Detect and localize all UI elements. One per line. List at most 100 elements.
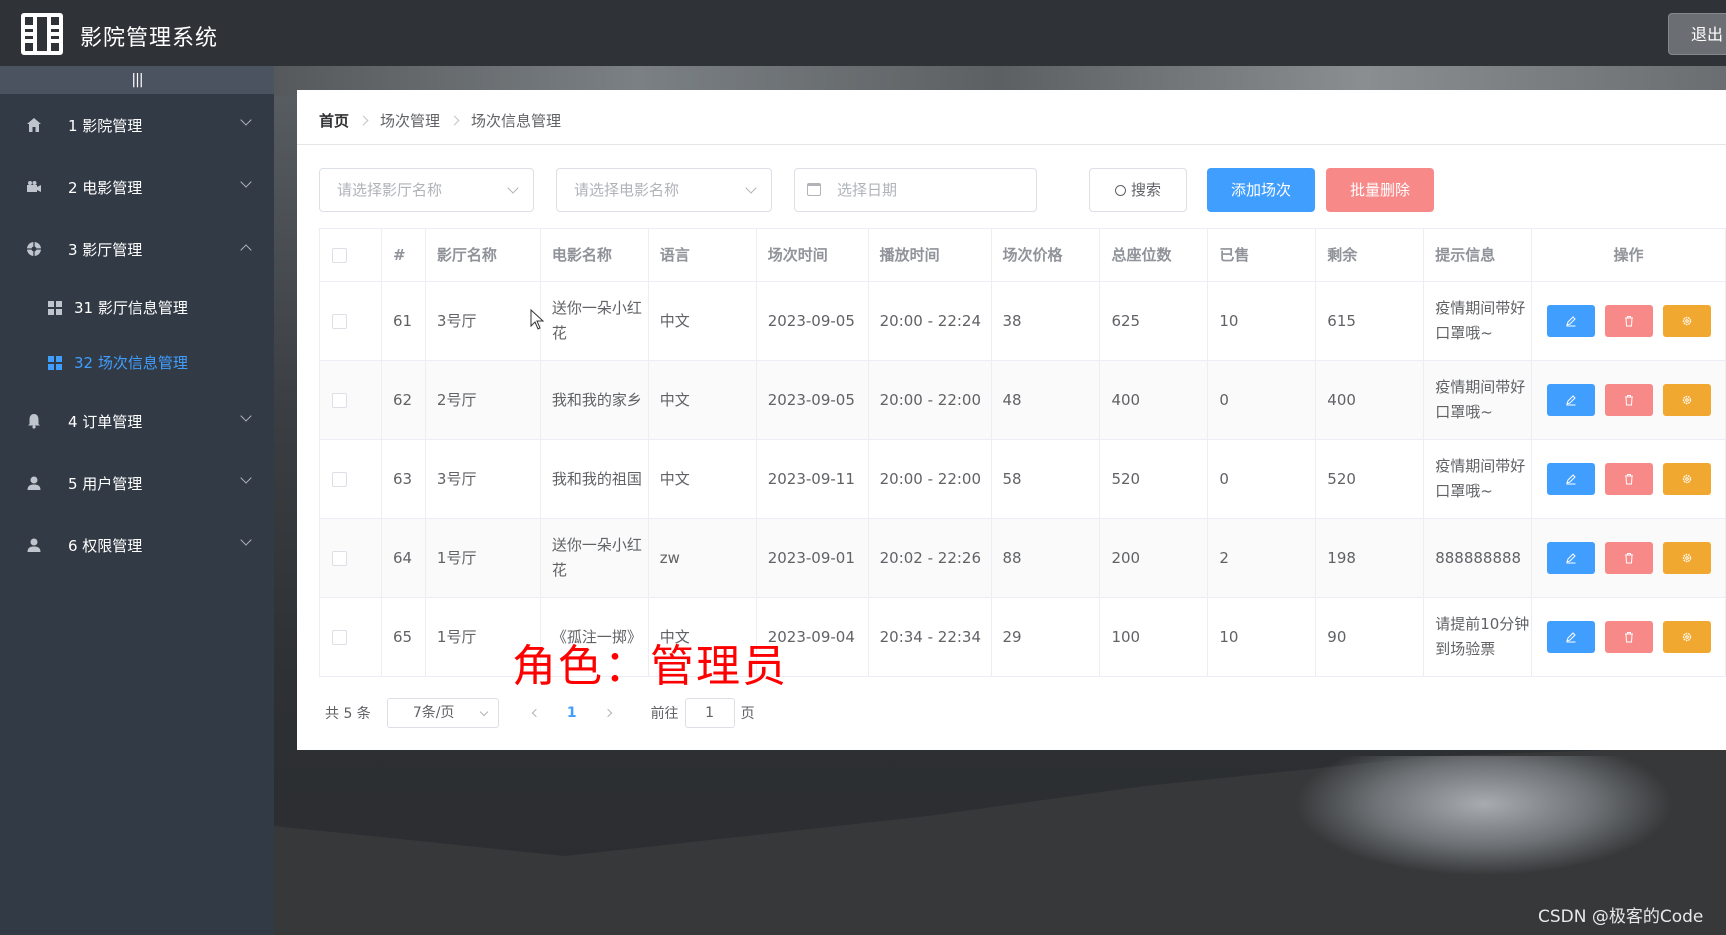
chevron-down-icon xyxy=(745,182,757,194)
breadcrumb-item[interactable]: 场次管理 xyxy=(380,110,440,131)
delete-button[interactable] xyxy=(1604,621,1653,653)
row-hall: 1号厅 xyxy=(426,519,541,597)
edit-button[interactable] xyxy=(1546,463,1595,495)
edit-icon xyxy=(1565,632,1576,643)
cinema-select[interactable]: 请选择影厅名称 xyxy=(319,168,534,212)
row-remaining: 520 xyxy=(1316,440,1425,518)
breadcrumb: 首页 场次管理 场次信息管理 xyxy=(319,110,561,131)
user-icon xyxy=(27,538,41,552)
sidebar-subitem-session-info[interactable]: 32 场次信息管理 xyxy=(0,335,274,390)
row-date: 2023-09-01 xyxy=(757,519,869,597)
sidebar-item-permissions[interactable]: 6 权限管理 xyxy=(0,514,274,576)
edit-button[interactable] xyxy=(1546,621,1595,653)
setting-button[interactable] xyxy=(1662,621,1711,653)
gear-icon xyxy=(1682,632,1691,642)
setting-button[interactable] xyxy=(1662,542,1711,574)
row-price: 58 xyxy=(992,440,1101,518)
sidebar-item-cinema[interactable]: 1 影院管理 xyxy=(0,94,274,156)
row-actions xyxy=(1532,361,1726,439)
gear-icon xyxy=(1682,474,1691,484)
chevron-down-icon xyxy=(240,534,252,546)
row-remaining: 90 xyxy=(1316,598,1425,676)
sidebar-item-hall[interactable]: 3 影厅管理 xyxy=(0,218,274,280)
sidebar-item-users[interactable]: 5 用户管理 xyxy=(0,452,274,514)
logout-button[interactable]: 退出 xyxy=(1668,13,1726,55)
movie-select-placeholder: 请选择电影名称 xyxy=(574,181,680,199)
delete-button[interactable] xyxy=(1604,384,1653,416)
sidebar-item-label: 2 电影管理 xyxy=(68,178,143,197)
row-checkbox[interactable] xyxy=(332,392,347,408)
app-title: 影院管理系统 xyxy=(80,26,219,51)
page-suffix-label: 页 xyxy=(740,706,755,722)
breadcrumb-current: 场次信息管理 xyxy=(471,112,562,130)
cinema-select-placeholder: 请选择影厅名称 xyxy=(337,181,443,199)
row-actions xyxy=(1532,440,1726,518)
setting-button[interactable] xyxy=(1662,463,1711,495)
sidebar-collapse-toggle[interactable]: ||| xyxy=(0,66,274,94)
page-size-value: 7条/页 xyxy=(412,705,455,721)
calendar-icon xyxy=(807,183,821,196)
setting-button[interactable] xyxy=(1662,384,1711,416)
search-icon xyxy=(1114,185,1126,196)
row-checkbox[interactable] xyxy=(332,550,347,566)
row-sold: 0 xyxy=(1208,361,1317,439)
page-number-current[interactable]: 1 xyxy=(567,705,577,721)
row-actions xyxy=(1532,519,1726,597)
edit-button[interactable] xyxy=(1546,305,1595,337)
row-total-seats: 200 xyxy=(1100,519,1209,597)
chevron-down-icon xyxy=(240,472,252,484)
row-actions xyxy=(1532,282,1726,360)
table-header: # 影厅名称 电影名称 语言 场次时间 播放时间 场次价格 总座位数 已售 剩余… xyxy=(320,229,1726,282)
delete-button[interactable] xyxy=(1604,463,1653,495)
select-all-checkbox[interactable] xyxy=(332,247,347,263)
row-checkbox[interactable] xyxy=(332,629,347,645)
row-hall: 3号厅 xyxy=(426,440,541,518)
row-price: 48 xyxy=(992,361,1101,439)
row-movie: 送你一朵小红花 xyxy=(541,282,649,360)
next-page-button[interactable] xyxy=(603,708,612,718)
trash-icon xyxy=(1624,395,1633,406)
row-sold: 2 xyxy=(1208,519,1317,597)
chevron-right-icon xyxy=(358,115,369,126)
role-caption: 角色：管理员 xyxy=(512,641,788,692)
row-checkbox[interactable] xyxy=(332,313,347,329)
row-remaining: 400 xyxy=(1316,361,1425,439)
edit-button[interactable] xyxy=(1546,542,1595,574)
edit-button[interactable] xyxy=(1546,384,1595,416)
column-header: 总座位数 xyxy=(1100,229,1209,281)
batch-delete-button[interactable]: 批量删除 xyxy=(1326,168,1434,212)
row-price: 38 xyxy=(992,282,1101,360)
row-remaining: 615 xyxy=(1316,282,1425,360)
sidebar-item-movie[interactable]: 2 电影管理 xyxy=(0,156,274,218)
row-total-seats: 400 xyxy=(1100,361,1209,439)
column-header: 场次时间 xyxy=(757,229,869,281)
search-button[interactable]: 搜索 xyxy=(1089,168,1187,212)
row-language: 中文 xyxy=(649,282,757,360)
column-header: 场次价格 xyxy=(992,229,1101,281)
sidebar-subitem-hall-info[interactable]: 31 影厅信息管理 xyxy=(0,280,274,335)
movie-select[interactable]: 请选择电影名称 xyxy=(556,168,772,212)
delete-button[interactable] xyxy=(1604,305,1653,337)
delete-button[interactable] xyxy=(1604,542,1653,574)
add-session-button[interactable]: 添加场次 xyxy=(1207,168,1315,212)
gear-icon xyxy=(1682,316,1691,326)
prev-page-button[interactable] xyxy=(531,708,541,718)
mouse-cursor-icon xyxy=(530,309,545,330)
sidebar-item-label: 3 影厅管理 xyxy=(68,240,143,259)
row-id: 61 xyxy=(382,282,426,360)
row-hall: 2号厅 xyxy=(426,361,541,439)
page-size-select[interactable]: 7条/页 xyxy=(386,698,499,728)
row-sold: 0 xyxy=(1208,440,1317,518)
row-time: 20:00 - 22:24 xyxy=(869,282,992,360)
divider xyxy=(297,144,1726,145)
breadcrumb-home[interactable]: 首页 xyxy=(319,110,349,131)
row-checkbox[interactable] xyxy=(332,471,347,487)
goto-label: 前往 xyxy=(650,706,679,722)
grid-icon xyxy=(48,355,62,370)
sidebar-item-orders[interactable]: 4 订单管理 xyxy=(0,390,274,452)
column-header: 操作 xyxy=(1532,229,1726,281)
date-picker[interactable]: 选择日期 xyxy=(794,168,1037,212)
setting-button[interactable] xyxy=(1662,305,1711,337)
goto-page-input[interactable]: 1 xyxy=(684,698,735,728)
row-actions xyxy=(1532,598,1726,676)
